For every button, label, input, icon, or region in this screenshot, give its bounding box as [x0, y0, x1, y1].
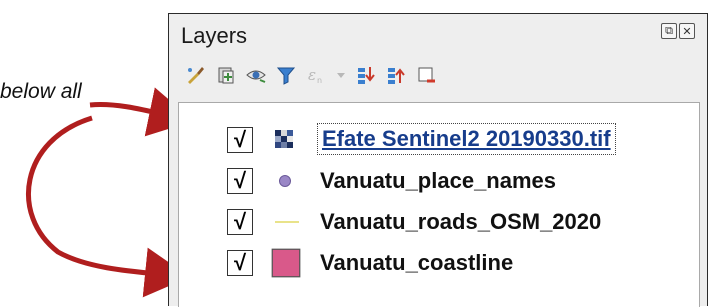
chevron-down-icon[interactable]: [335, 64, 347, 86]
float-icon[interactable]: ⧉: [661, 23, 677, 39]
panel-title-buttons: ⧉ ✕: [661, 23, 695, 39]
filter-expression-icon[interactable]: εn: [305, 64, 327, 86]
add-group-icon[interactable]: [215, 64, 237, 86]
layer-visibility-checkbox[interactable]: √: [227, 127, 253, 153]
layer-row-vanuatu-roads[interactable]: √ Vanuatu_roads_OSM_2020: [179, 203, 699, 241]
panel-title: Layers: [181, 23, 248, 48]
layer-name[interactable]: Efate Sentinel2 20190330.tif: [317, 123, 616, 155]
raster-icon: [275, 130, 293, 148]
layer-visibility-checkbox[interactable]: √: [227, 209, 253, 235]
layer-row-vanuatu-coastline[interactable]: √ Vanuatu_coastline: [179, 244, 699, 282]
line-icon: [275, 221, 299, 223]
layer-visibility-checkbox[interactable]: √: [227, 168, 253, 194]
layer-name[interactable]: Vanuatu_coastline: [320, 250, 513, 276]
collapse-all-icon[interactable]: [385, 64, 407, 86]
close-icon[interactable]: ✕: [679, 23, 695, 39]
layer-tree[interactable]: √ Efate Sentinel2 20190330.tif √ Vanuatu…: [178, 102, 700, 307]
svg-text:n: n: [317, 76, 322, 85]
filter-legend-icon[interactable]: [275, 64, 297, 86]
layers-panel: Layers ⧉ ✕ εn √ Efate Sentinel2 20190330…: [168, 13, 708, 307]
layer-name[interactable]: Vanuatu_place_names: [320, 168, 556, 194]
polygon-icon: [271, 248, 301, 278]
layer-row-efate-sentinel2[interactable]: √ Efate Sentinel2 20190330.tif: [179, 121, 699, 159]
manage-visibility-icon[interactable]: [245, 64, 267, 86]
expand-all-icon[interactable]: [355, 64, 377, 86]
style-manager-icon[interactable]: [185, 64, 207, 86]
remove-layer-icon[interactable]: [415, 64, 437, 86]
layer-name[interactable]: Vanuatu_roads_OSM_2020: [320, 209, 601, 235]
point-icon: [279, 175, 291, 187]
svg-text:ε: ε: [308, 66, 316, 84]
layer-row-vanuatu-place-names[interactable]: √ Vanuatu_place_names: [179, 162, 699, 200]
layers-toolbar: εn: [185, 64, 437, 86]
layer-visibility-checkbox[interactable]: √: [227, 250, 253, 276]
annotation-label: below all: [0, 80, 82, 103]
arrow-curve-below-all: [26, 115, 190, 298]
